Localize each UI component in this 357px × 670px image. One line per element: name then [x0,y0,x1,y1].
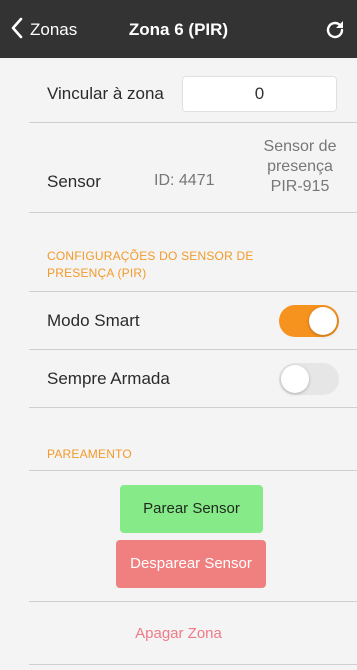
sensor-description: Sensor de presença PIR-915 [250,137,350,197]
navbar: Zonas Zona 6 (PIR) [0,0,357,58]
divider [29,122,357,123]
sensor-description-line: presença [267,158,333,175]
divider [29,407,357,408]
link-zone-label: Vincular à zona [47,84,164,103]
pairing-section-header: PAREAMENTO [47,447,132,461]
sensor-label: Sensor [47,172,101,191]
always-armed-toggle[interactable] [279,363,339,395]
sensor-description-line: PIR-915 [270,178,330,195]
smart-mode-label: Modo Smart [47,311,140,330]
divider [29,291,357,292]
delete-zone-button[interactable]: Apagar Zona [0,625,357,642]
pair-sensor-button[interactable]: Parear Sensor [120,485,263,533]
unpair-sensor-button[interactable]: Desparear Sensor [116,540,266,588]
toggle-knob [281,365,309,393]
refresh-button[interactable] [323,18,347,42]
sensor-id: ID: 4471 [154,172,215,189]
divider [29,601,357,602]
toggle-knob [309,307,337,335]
divider [29,349,357,350]
pir-section-header-line: CONFIGURAÇÕES DO SENSOR DE [47,249,254,263]
page-title: Zona 6 (PIR) [128,20,229,39]
pir-section-header-line: PRESENÇA (PIR) [47,266,147,280]
always-armed-label: Sempre Armada [47,369,170,388]
divider [29,470,357,471]
divider [29,212,357,213]
pir-section-header: CONFIGURAÇÕES DO SENSOR DE PRESENÇA (PIR… [47,248,254,282]
refresh-icon [323,21,347,46]
divider [29,664,357,665]
sensor-description-line: Sensor de [263,138,337,155]
link-zone-input[interactable]: 0 [182,76,337,112]
smart-mode-toggle[interactable] [279,305,339,337]
